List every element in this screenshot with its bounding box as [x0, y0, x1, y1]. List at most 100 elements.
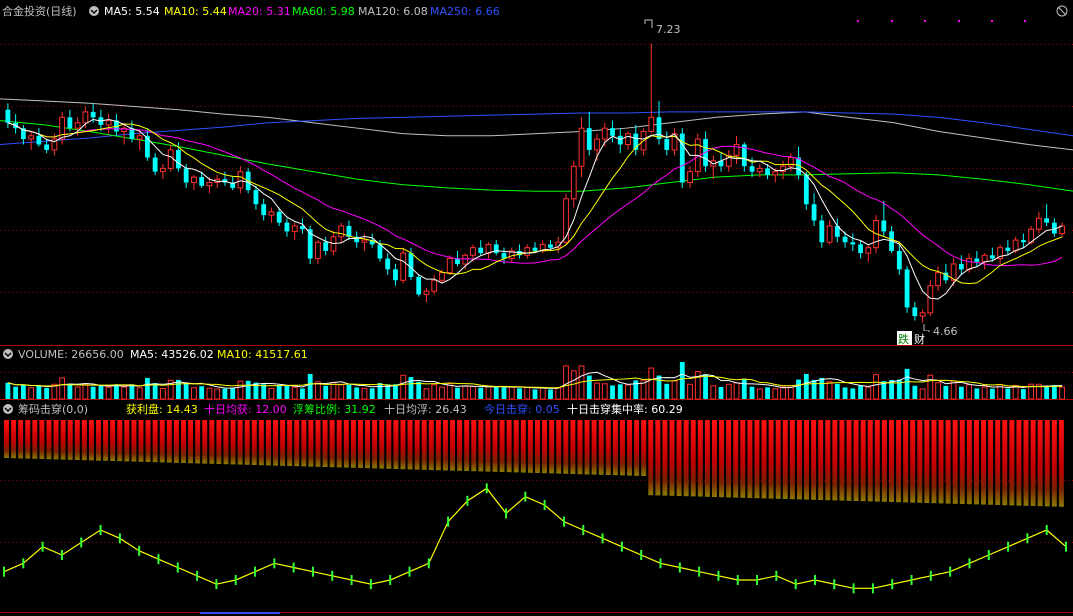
volume-bar	[725, 383, 732, 400]
volume-bar	[718, 386, 724, 399]
chip-bar	[676, 420, 682, 496]
candle-body	[756, 167, 763, 173]
chip-bar	[726, 420, 732, 498]
candle-body	[361, 239, 368, 243]
chip-bar	[796, 420, 802, 500]
candle-body	[524, 247, 531, 256]
volume-bar	[508, 386, 515, 400]
chip-bar	[209, 420, 215, 464]
chip-bar	[464, 420, 470, 471]
chip-bar	[244, 420, 250, 465]
volume-bar	[268, 387, 275, 400]
chip-bar	[159, 420, 165, 463]
volume-bar	[455, 387, 460, 399]
chip-bar	[1037, 420, 1043, 507]
chip-bar	[662, 420, 668, 496]
chip-bar	[747, 420, 753, 498]
chip-bar	[301, 420, 307, 467]
candle	[416, 274, 422, 297]
stock-title: 合金投资(日线)	[2, 4, 77, 18]
settings-dropdown-icon[interactable]	[89, 6, 99, 16]
candle-body	[601, 127, 608, 140]
volume-bar	[679, 362, 685, 399]
volume-bar	[44, 387, 50, 399]
candle-body	[44, 144, 50, 150]
chip-bar	[952, 420, 958, 504]
candle-body	[323, 242, 329, 251]
chip-bar	[896, 420, 902, 503]
chip-bar	[216, 420, 222, 464]
volume-bar	[470, 385, 476, 400]
chip-bar	[336, 420, 342, 468]
candle-body	[237, 171, 244, 189]
chip-bar	[124, 420, 130, 462]
chip-bar	[917, 420, 923, 503]
chip-bar	[435, 420, 441, 471]
volume-bar	[865, 386, 872, 400]
chip-bar	[329, 420, 335, 468]
candle-body	[167, 149, 174, 169]
volume-bar	[765, 387, 770, 399]
chip-bar	[1044, 420, 1050, 507]
stock-chart-canvas[interactable]: 7.23 4.66 跌 财 合金投资(日线) MA5: 5.54 MA10: 5…	[0, 0, 1073, 616]
chip-bar	[188, 420, 194, 464]
volume-bar	[237, 380, 244, 400]
volume-bar	[485, 385, 492, 400]
panel-frame	[0, 0, 1073, 616]
candle-body	[28, 135, 35, 140]
volume-bar	[361, 387, 368, 400]
candle-body	[36, 135, 42, 145]
chip-dropdown-icon[interactable]	[3, 404, 13, 414]
volume-bar	[307, 373, 313, 399]
chip-bar	[350, 420, 356, 468]
volume-bar	[493, 386, 499, 399]
volume-bar	[136, 387, 143, 400]
volume-ma10: MA10: 41517.61	[217, 348, 308, 361]
volume-bar	[67, 384, 73, 399]
candle-body	[974, 258, 980, 262]
candle-body	[958, 263, 964, 270]
candle-body	[470, 247, 476, 256]
chip-bar	[265, 420, 271, 466]
volume-bar	[671, 380, 678, 400]
candle-body	[199, 177, 205, 186]
badge-cai[interactable]: 财	[914, 332, 925, 346]
volume-bar	[416, 381, 422, 399]
candle-body	[338, 225, 345, 238]
candle-body	[733, 143, 740, 156]
chip-bar	[117, 420, 123, 462]
chip-bar	[1002, 420, 1008, 506]
chip-bar	[138, 420, 144, 462]
chip-bar	[372, 420, 378, 469]
chip-bar	[237, 420, 243, 465]
candle-body	[416, 277, 422, 295]
candle-body	[439, 272, 445, 281]
ma10-label: MA10: 5.44	[164, 5, 227, 18]
chip-bar	[32, 420, 38, 459]
volume-bar	[113, 384, 119, 399]
chip-bar	[81, 420, 87, 461]
candle-body	[206, 182, 213, 187]
candle-body	[276, 211, 282, 223]
chip-bar	[527, 420, 533, 473]
chip-bar	[358, 420, 363, 468]
chip-bar	[634, 420, 640, 476]
chip-bar	[450, 420, 455, 471]
volume-bar	[610, 385, 615, 399]
candle-body	[393, 269, 398, 281]
chip-bar	[867, 420, 873, 502]
volume-dropdown-icon[interactable]	[3, 349, 13, 359]
chip-bar	[591, 420, 597, 475]
chip-bar	[280, 420, 286, 466]
chip-bar	[832, 420, 838, 501]
volume-bar	[935, 382, 941, 400]
badge-die[interactable]: 跌	[898, 332, 909, 346]
chip-bar	[598, 420, 604, 475]
chip-bar	[131, 420, 137, 462]
chip-bar	[768, 420, 774, 499]
candle-body	[82, 111, 89, 124]
chip-bar	[733, 420, 739, 498]
volume-bar	[524, 386, 531, 400]
candle-body	[1044, 218, 1050, 223]
volume-bar	[873, 374, 879, 400]
